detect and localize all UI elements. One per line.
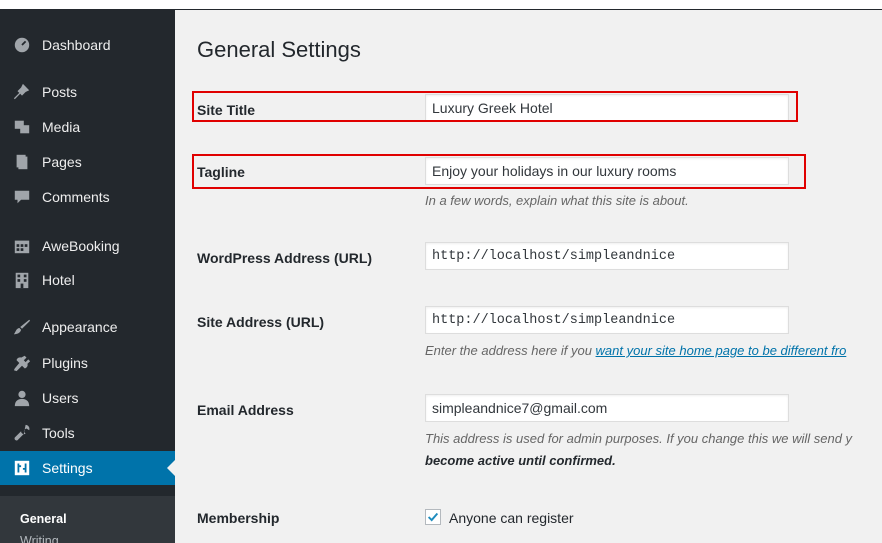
plugin-icon xyxy=(12,353,32,373)
site-address-help-link[interactable]: want your site home page to be different… xyxy=(596,343,847,358)
menu-item-comments[interactable]: Comments xyxy=(0,180,175,214)
menu-item-appearance[interactable]: Appearance xyxy=(0,310,175,344)
email-input[interactable]: simpleandnice7@gmail.com xyxy=(425,394,789,422)
active-indicator xyxy=(167,460,175,476)
email-description-bold: become active until confirmed. xyxy=(425,453,616,468)
menu-item-plugins[interactable]: Plugins xyxy=(0,346,175,380)
membership-checkbox[interactable] xyxy=(425,509,441,525)
settings-main: General Settings Site Title Luxury Greek… xyxy=(175,10,882,543)
menu-label: Appearance xyxy=(42,319,118,335)
menu-label: Comments xyxy=(42,189,110,205)
building-icon xyxy=(12,270,32,290)
menu-label: Hotel xyxy=(42,272,75,288)
user-icon xyxy=(12,388,32,408)
settings-submenu: General Writing xyxy=(0,496,175,543)
site-address-input[interactable]: http://localhost/simpleandnice xyxy=(425,306,789,334)
site-address-description-text: Enter the address here if you xyxy=(425,343,596,358)
menu-item-users[interactable]: Users xyxy=(0,381,175,415)
menu-item-pages[interactable]: Pages xyxy=(0,145,175,179)
menu-label: Users xyxy=(42,390,79,406)
site-address-label: Site Address (URL) xyxy=(197,314,325,330)
email-label: Email Address xyxy=(197,402,294,418)
menu-label: Posts xyxy=(42,84,78,100)
submenu-general[interactable]: General xyxy=(20,512,67,526)
menu-item-tools[interactable]: Tools xyxy=(0,416,175,450)
admin-sidebar: Dashboard Posts Media Pages Comments Awe… xyxy=(0,10,175,543)
menu-item-dashboard[interactable]: Dashboard xyxy=(0,28,175,62)
site-address-description: Enter the address here if you want your … xyxy=(425,343,846,358)
email-description: This address is used for admin purposes.… xyxy=(425,431,853,446)
menu-label: Media xyxy=(42,119,81,135)
site-title-highlight xyxy=(192,91,798,122)
wp-address-label: WordPress Address (URL) xyxy=(197,250,373,266)
pages-icon xyxy=(12,152,32,172)
menu-label: Tools xyxy=(42,425,75,441)
calendar-icon xyxy=(12,236,32,256)
page-title: General Settings xyxy=(197,37,361,62)
media-icon xyxy=(12,117,32,137)
brush-icon xyxy=(12,317,32,337)
admin-bar-edge xyxy=(0,0,882,10)
settings-icon xyxy=(12,458,32,478)
pin-icon xyxy=(12,82,32,102)
menu-label: Pages xyxy=(42,154,82,170)
menu-item-settings[interactable]: Settings xyxy=(0,451,175,485)
checkmark-icon xyxy=(427,512,439,522)
tagline-highlight xyxy=(192,154,806,189)
menu-item-hotel[interactable]: Hotel xyxy=(0,263,175,297)
email-description-note: become active until confirmed. xyxy=(425,453,616,468)
tagline-description: In a few words, explain what this site i… xyxy=(425,193,689,208)
wrench-icon xyxy=(12,423,32,443)
menu-label: AweBooking xyxy=(42,238,120,254)
menu-item-media[interactable]: Media xyxy=(0,110,175,144)
wp-address-input[interactable]: http://localhost/simpleandnice xyxy=(425,242,789,270)
menu-label: Plugins xyxy=(42,355,88,371)
menu-label: Dashboard xyxy=(42,37,111,53)
menu-item-awebooking[interactable]: AweBooking xyxy=(0,229,175,263)
dashboard-icon xyxy=(12,35,32,55)
membership-checkbox-label[interactable]: Anyone can register xyxy=(449,510,574,526)
submenu-writing[interactable]: Writing xyxy=(20,534,59,543)
membership-label: Membership xyxy=(197,510,280,526)
comment-icon xyxy=(12,187,32,207)
menu-label: Settings xyxy=(42,460,93,476)
menu-item-posts[interactable]: Posts xyxy=(0,75,175,109)
